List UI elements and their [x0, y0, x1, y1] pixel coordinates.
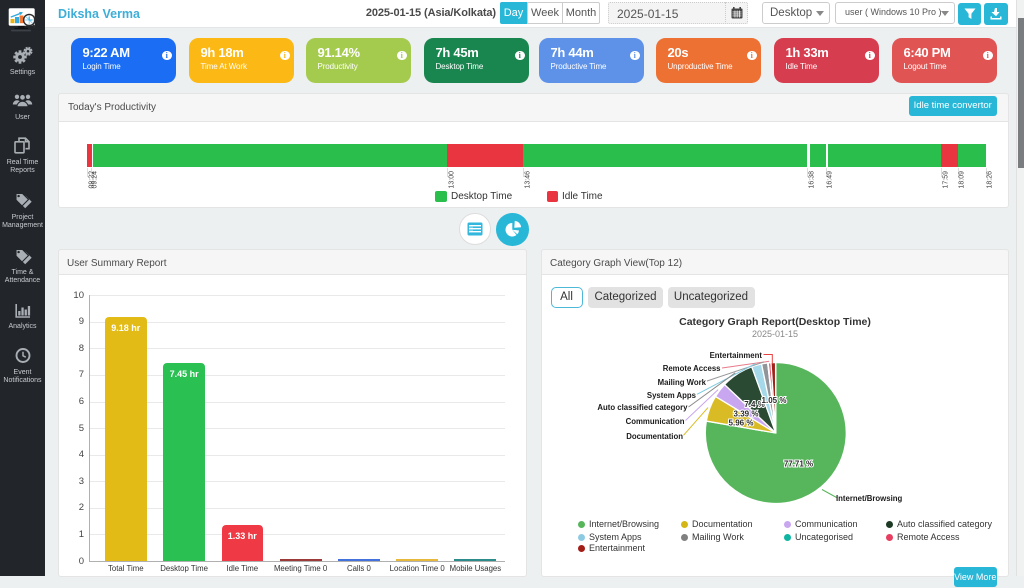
- svg-text:5.96 %: 5.96 %: [728, 418, 753, 427]
- svg-text:3.39 %: 3.39 %: [733, 409, 758, 418]
- svg-text:77.71 %: 77.71 %: [783, 459, 812, 468]
- svg-text:1.05 %: 1.05 %: [761, 396, 786, 405]
